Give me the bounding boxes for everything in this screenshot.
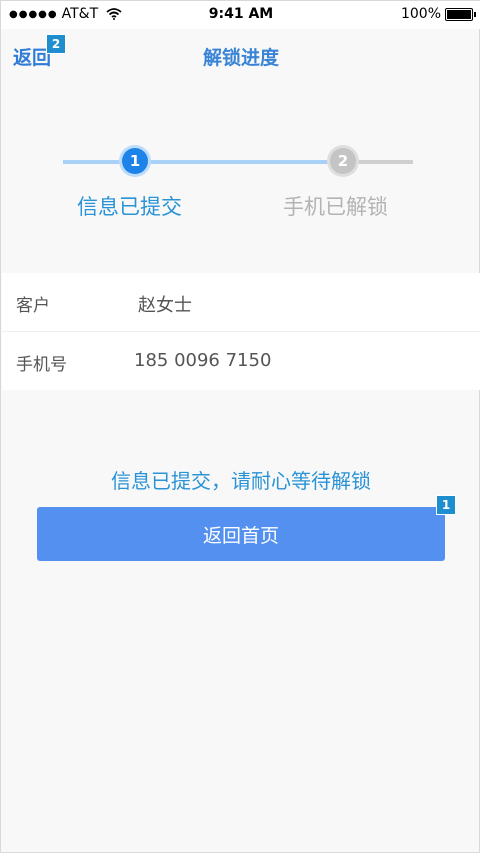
- page-title: 解锁进度: [202, 47, 279, 69]
- step-1-label: 信息已提交: [77, 195, 182, 219]
- status-message: 信息已提交，请耐心等待解锁: [111, 469, 371, 493]
- info-list: 客户 赵女士 手机号 185 0096 7150: [2, 273, 480, 390]
- step-1-indicator: 1: [122, 148, 148, 174]
- status-right: 100%: [400, 6, 476, 22]
- phone-row: 手机号 185 0096 7150: [2, 332, 480, 390]
- step-2-indicator: 2: [330, 148, 356, 174]
- phone-label: 手机号: [16, 355, 67, 375]
- customer-value: 赵女士: [138, 295, 192, 316]
- customer-row: 客户 赵女士: [2, 273, 480, 332]
- return-home-button[interactable]: 返回首页: [37, 507, 445, 561]
- progress-steps: 1 2 信息已提交 手机已解锁: [1, 141, 480, 231]
- progress-line-active: [63, 160, 341, 164]
- nav-bar: 返回 2 解锁进度: [1, 29, 480, 85]
- step-2-label: 手机已解锁: [283, 195, 388, 219]
- status-bar: ●●●●● AT&T 9:41 AM 100%: [1, 1, 480, 29]
- phone-value: 185 0096 7150: [134, 350, 272, 371]
- customer-label: 客户: [16, 296, 50, 316]
- home-button-badge: 1: [436, 495, 456, 515]
- battery-percent: 100%: [400, 6, 441, 22]
- app-frame: ●●●●● AT&T 9:41 AM 100% 返回 2 解锁进度 1 2 信息…: [0, 0, 480, 853]
- battery-icon: [445, 7, 476, 21]
